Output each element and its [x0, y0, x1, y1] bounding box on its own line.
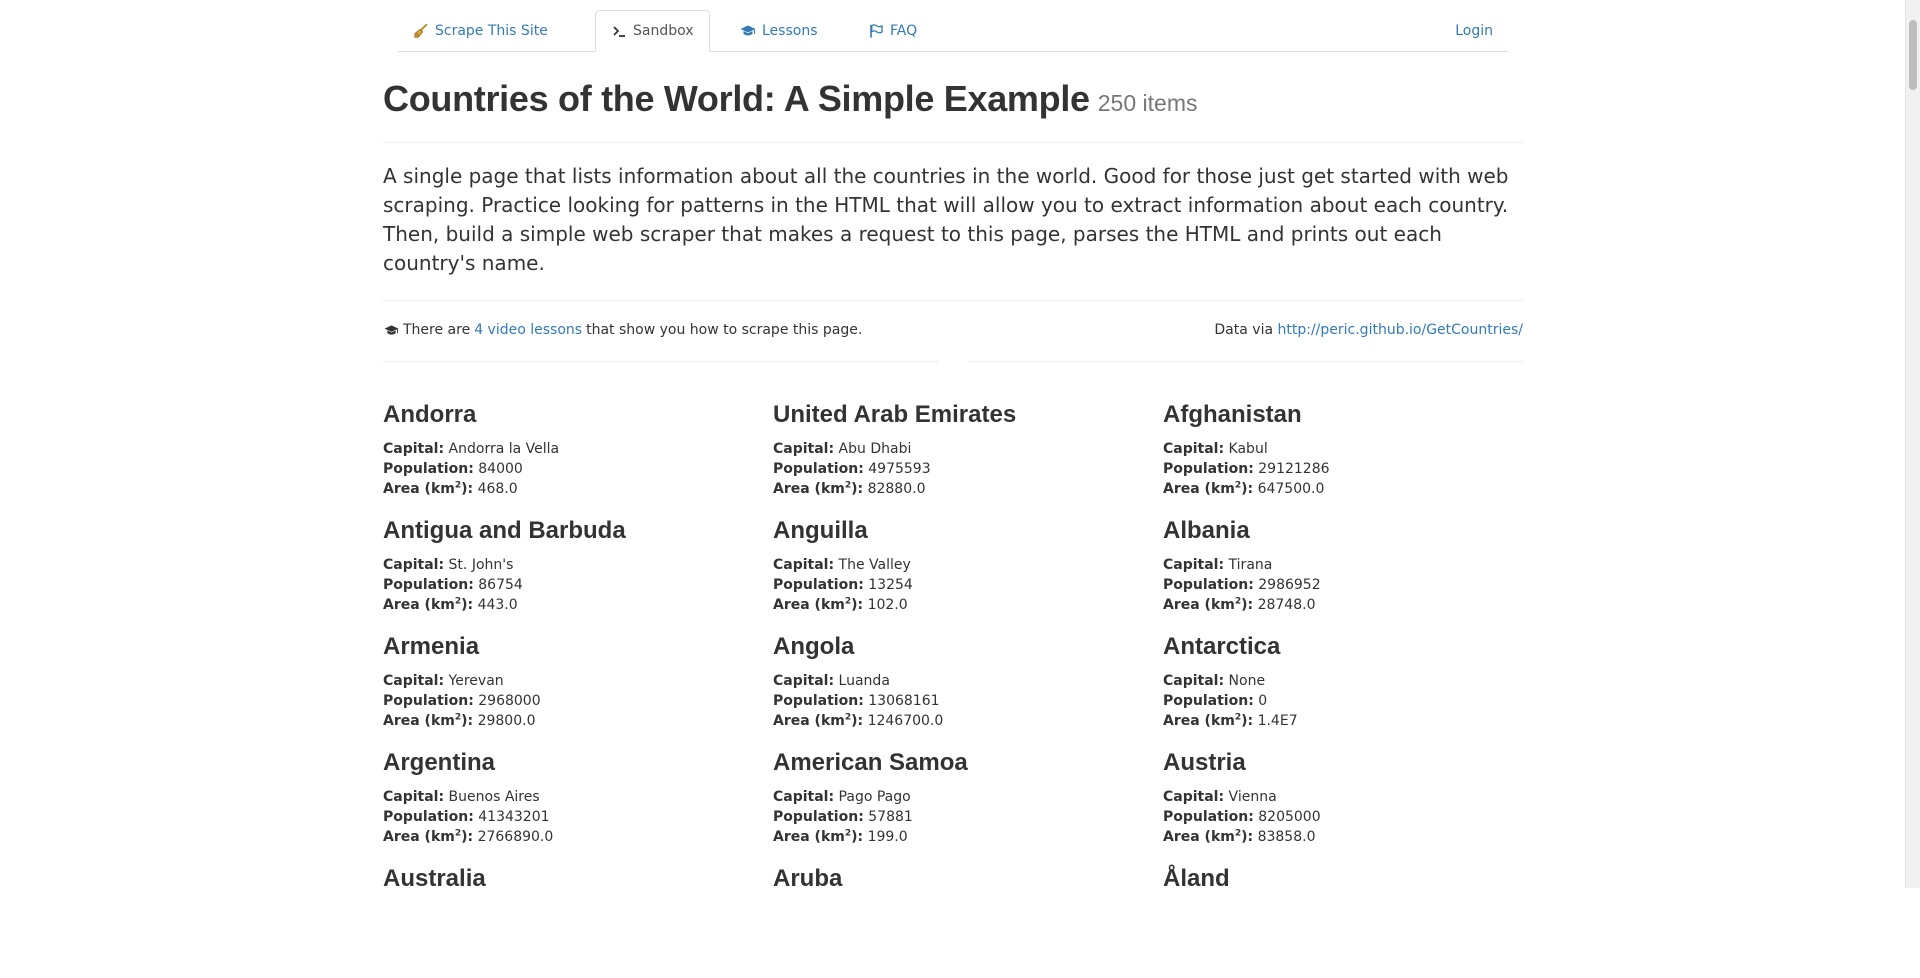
- country-card: Afghanistan Capital: Kabul Population: 2…: [1163, 398, 1553, 514]
- country-area: Area (km2): 28748.0: [1163, 596, 1316, 613]
- data-via-label: Data via: [1214, 322, 1274, 338]
- country-name: Albania: [1163, 517, 1250, 544]
- country-card: Antarctica Capital: None Population: 0 A…: [1163, 630, 1553, 746]
- country-capital: Capital: Buenos Aires: [383, 789, 540, 805]
- country-capital: Capital: St. John's: [383, 557, 514, 573]
- country-name: Afghanistan: [1163, 401, 1302, 428]
- country-population: Population: 29121286: [1163, 461, 1330, 477]
- divider: [383, 361, 938, 362]
- countries-list: Andorra Capital: Andorra la Vella Popula…: [383, 398, 1553, 978]
- country-name: Antarctica: [1163, 633, 1281, 660]
- country-capital: Capital: Luanda: [773, 673, 890, 689]
- country-name: Aruba: [773, 865, 843, 892]
- country-area: Area (km2): 647500.0: [1163, 480, 1325, 497]
- country-area: Area (km2): 1246700.0: [773, 712, 944, 729]
- tab-faq[interactable]: FAQ: [853, 10, 932, 51]
- country-name: Anguilla: [773, 517, 868, 544]
- country-name: Antigua and Barbuda: [383, 517, 626, 544]
- page-scrollbar[interactable]: [1905, 0, 1920, 888]
- flag-icon: [868, 23, 884, 39]
- country-capital: Capital: None: [1163, 673, 1266, 689]
- country-name: Austria: [1163, 749, 1246, 776]
- note-suffix: that show you how to scrape this page.: [586, 322, 863, 338]
- page-title: Countries of the World: A Simple Example: [383, 78, 1090, 119]
- country-card: Aruba: [773, 862, 1163, 978]
- country-population: Population: 4975593: [773, 461, 931, 477]
- country-name: United Arab Emirates: [773, 401, 1017, 428]
- country-area: Area (km2): 2766890.0: [383, 828, 554, 845]
- country-area: Area (km2): 83858.0: [1163, 828, 1316, 845]
- country-card: Australia: [383, 862, 773, 978]
- country-population: Population: 86754: [383, 577, 523, 593]
- note-prefix: There are: [403, 322, 471, 338]
- country-area: Area (km2): 29800.0: [383, 712, 536, 729]
- country-card: Åland: [1163, 862, 1553, 978]
- item-count: 250 items: [1097, 90, 1198, 116]
- country-capital: Capital: Andorra la Vella: [383, 441, 560, 457]
- country-name: Angola: [773, 633, 855, 660]
- graduation-cap-icon: [383, 322, 399, 338]
- country-name: Åland: [1163, 865, 1230, 892]
- video-lessons-note: There are 4 video lessons that show you …: [383, 322, 862, 338]
- divider: [383, 300, 1523, 301]
- country-capital: Capital: Pago Pago: [773, 789, 911, 805]
- country-population: Population: 57881: [773, 809, 913, 825]
- country-area: Area (km2): 443.0: [383, 596, 518, 613]
- country-card: Argentina Capital: Buenos Aires Populati…: [383, 746, 773, 862]
- video-lessons-link[interactable]: 4 video lessons: [474, 322, 582, 338]
- country-name: Andorra: [383, 401, 477, 428]
- country-area: Area (km2): 199.0: [773, 828, 908, 845]
- tab-lessons[interactable]: Lessons: [725, 10, 833, 51]
- country-capital: Capital: Tirana: [1163, 557, 1273, 573]
- country-name: Argentina: [383, 749, 496, 776]
- country-population: Population: 13254: [773, 577, 913, 593]
- broom-icon: [413, 23, 429, 39]
- country-population: Population: 2968000: [383, 693, 541, 709]
- data-source-note: Data via http://peric.github.io/GetCount…: [1214, 322, 1523, 338]
- tab-label: Scrape This Site: [435, 22, 548, 39]
- top-nav: Scrape This Site Sandbox Lessons FAQ Log…: [398, 10, 1508, 52]
- country-population: Population: 2986952: [1163, 577, 1321, 593]
- country-area: Area (km2): 1.4E7: [1163, 712, 1298, 729]
- country-card: Andorra Capital: Andorra la Vella Popula…: [383, 398, 773, 514]
- country-population: Population: 8205000: [1163, 809, 1321, 825]
- country-card: Anguilla Capital: The Valley Population:…: [773, 514, 1163, 630]
- country-area: Area (km2): 468.0: [383, 480, 518, 497]
- country-population: Population: 13068161: [773, 693, 940, 709]
- divider: [968, 361, 1523, 362]
- terminal-icon: [611, 23, 627, 39]
- tab-label: Sandbox: [633, 23, 694, 39]
- country-card: Angola Capital: Luanda Population: 13068…: [773, 630, 1163, 746]
- country-card: American Samoa Capital: Pago Pago Popula…: [773, 746, 1163, 862]
- country-capital: Capital: Vienna: [1163, 789, 1277, 805]
- country-population: Population: 84000: [383, 461, 523, 477]
- tab-label: FAQ: [890, 22, 918, 39]
- country-population: Population: 0: [1163, 693, 1268, 709]
- data-source-link[interactable]: http://peric.github.io/GetCountries/: [1278, 322, 1524, 338]
- country-card: Antigua and Barbuda Capital: St. John's …: [383, 514, 773, 630]
- login-link[interactable]: Login: [1440, 10, 1508, 51]
- country-card: United Arab Emirates Capital: Abu Dhabi …: [773, 398, 1163, 514]
- graduation-cap-icon: [740, 23, 756, 39]
- country-capital: Capital: Abu Dhabi: [773, 441, 912, 457]
- country-card: Austria Capital: Vienna Population: 8205…: [1163, 746, 1553, 862]
- country-name: Armenia: [383, 633, 480, 660]
- country-population: Population: 41343201: [383, 809, 550, 825]
- page-description: A single page that lists information abo…: [383, 164, 1509, 275]
- country-name: Australia: [383, 865, 486, 892]
- country-area: Area (km2): 82880.0: [773, 480, 926, 497]
- country-capital: Capital: Kabul: [1163, 441, 1268, 457]
- country-card: Armenia Capital: Yerevan Population: 296…: [383, 630, 773, 746]
- country-capital: Capital: The Valley: [773, 557, 911, 573]
- country-capital: Capital: Yerevan: [383, 673, 504, 689]
- scrollbar-thumb[interactable]: [1909, 20, 1917, 90]
- country-card: Albania Capital: Tirana Population: 2986…: [1163, 514, 1553, 630]
- tab-label: Lessons: [762, 22, 818, 39]
- tab-sandbox[interactable]: Sandbox: [595, 10, 710, 52]
- country-area: Area (km2): 102.0: [773, 596, 908, 613]
- country-name: American Samoa: [773, 749, 968, 776]
- tab-scrape-this-site[interactable]: Scrape This Site: [398, 10, 563, 51]
- page-header: Countries of the World: A Simple Example…: [383, 78, 1523, 143]
